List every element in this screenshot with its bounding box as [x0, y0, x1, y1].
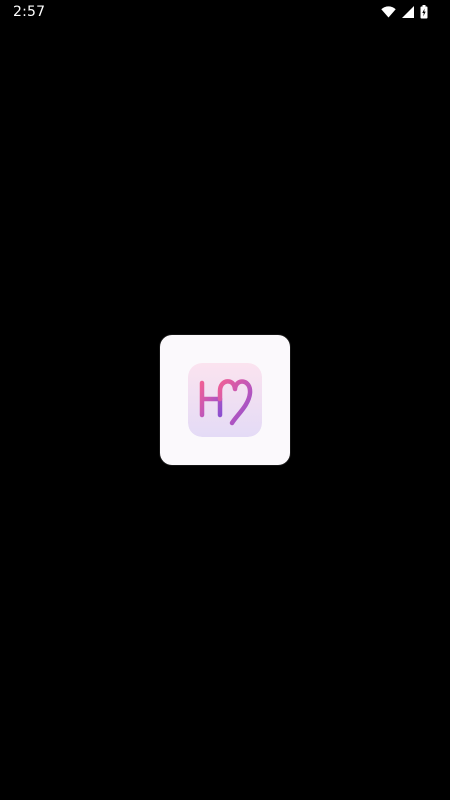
app-logo-icon [188, 363, 262, 437]
battery-charging-icon [420, 5, 428, 19]
cellular-signal-icon [402, 6, 414, 18]
status-icons [381, 5, 428, 19]
status-clock: 2:57 [13, 4, 46, 20]
splash-card [160, 335, 290, 465]
wifi-icon [381, 6, 396, 18]
status-bar: 2:57 [0, 0, 450, 24]
